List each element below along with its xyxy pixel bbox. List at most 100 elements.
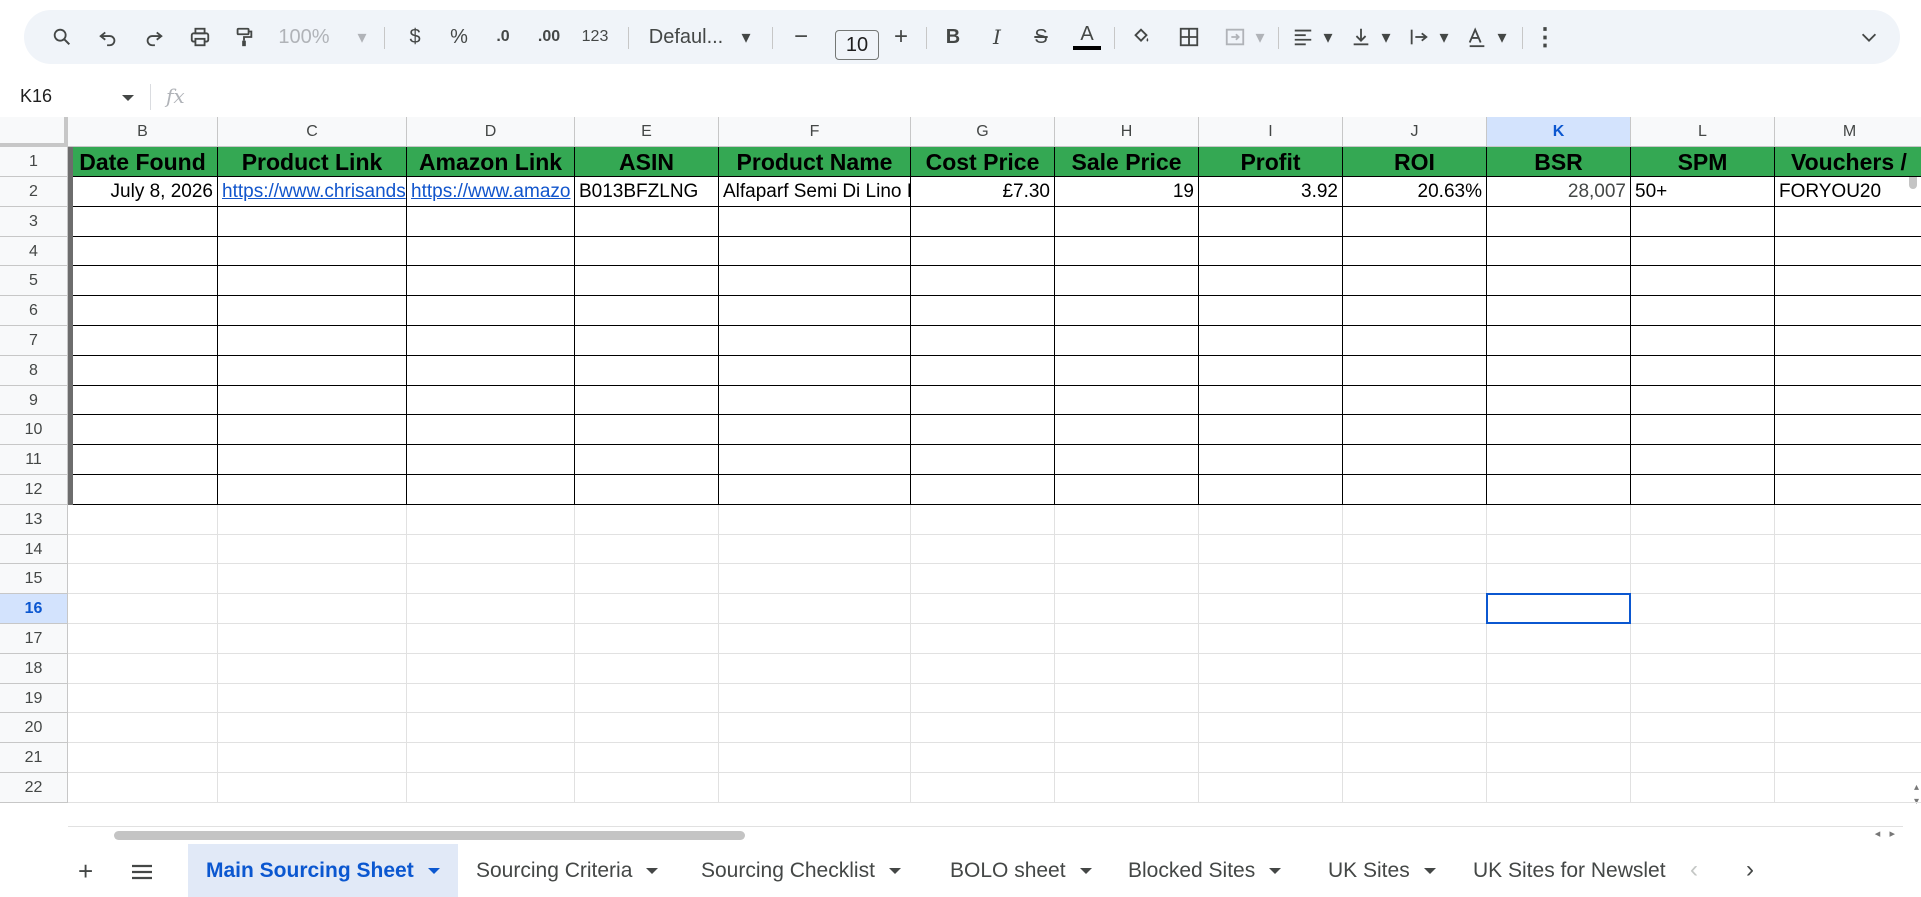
sheet-tab[interactable]: Sourcing Checklist: [683, 844, 932, 897]
grid-cell[interactable]: [1055, 594, 1199, 624]
grid-cell[interactable]: [1199, 773, 1343, 803]
name-box[interactable]: K16: [20, 86, 52, 107]
grid-cell[interactable]: [719, 624, 911, 654]
header-cell[interactable]: Amazon Link: [407, 147, 575, 177]
grid-cell[interactable]: [1343, 683, 1487, 714]
grid-cell[interactable]: [218, 504, 407, 535]
empty-cell[interactable]: [218, 236, 407, 267]
collapse-toolbar-chevron-icon[interactable]: [1854, 22, 1884, 52]
empty-cell[interactable]: [1199, 475, 1343, 505]
grid-cell[interactable]: [911, 653, 1055, 684]
empty-cell[interactable]: [68, 236, 218, 267]
grid-cell[interactable]: [1775, 505, 1921, 535]
grid-cell[interactable]: [1055, 564, 1199, 595]
header-cell[interactable]: Vouchers /: [1775, 147, 1921, 177]
grid-cell[interactable]: [1631, 534, 1775, 565]
empty-cell[interactable]: [1775, 296, 1921, 326]
grid-cell[interactable]: [1631, 564, 1775, 595]
empty-cell[interactable]: [1631, 415, 1775, 446]
decrease-font-size-button[interactable]: −: [786, 22, 816, 52]
undo-icon[interactable]: [92, 22, 124, 52]
empty-cell[interactable]: [1055, 385, 1199, 416]
empty-cell[interactable]: [218, 445, 407, 475]
empty-cell[interactable]: [407, 206, 575, 237]
search-menus-icon[interactable]: [46, 22, 78, 52]
empty-cell[interactable]: [575, 355, 719, 386]
column-header-b[interactable]: B: [68, 117, 218, 147]
grid-cell[interactable]: [1487, 624, 1631, 654]
empty-cell[interactable]: [1775, 237, 1921, 267]
name-box-caret-icon[interactable]: [122, 95, 134, 101]
strikethrough-button[interactable]: S: [1026, 22, 1056, 52]
sheet-tab[interactable]: BOLO sheet: [932, 844, 1110, 897]
grid-cell[interactable]: [911, 564, 1055, 595]
grid-cell[interactable]: [68, 743, 218, 773]
empty-cell[interactable]: [719, 385, 911, 416]
empty-cell[interactable]: [911, 415, 1055, 446]
empty-cell[interactable]: [1631, 385, 1775, 416]
column-header-f[interactable]: F: [719, 117, 911, 147]
empty-cell[interactable]: [1631, 266, 1775, 297]
empty-cell[interactable]: [1343, 445, 1487, 475]
row-header-14[interactable]: 14: [0, 534, 68, 565]
empty-cell[interactable]: [575, 206, 719, 237]
empty-cell[interactable]: [911, 445, 1055, 475]
empty-cell[interactable]: [1055, 415, 1199, 446]
grid-cell[interactable]: [407, 683, 575, 714]
grid-cell[interactable]: [1775, 713, 1921, 744]
grid-cell[interactable]: [1487, 534, 1631, 565]
row-header-17[interactable]: 17: [0, 624, 68, 654]
empty-cell[interactable]: [68, 445, 218, 475]
empty-cell[interactable]: [1631, 355, 1775, 386]
grid-cell[interactable]: [1055, 534, 1199, 565]
grid-cell[interactable]: [407, 534, 575, 565]
row-header-3[interactable]: 3: [0, 206, 68, 237]
header-cell[interactable]: ROI: [1343, 147, 1487, 177]
grid-cell[interactable]: [1631, 653, 1775, 684]
row-header-4[interactable]: 4: [0, 236, 68, 267]
empty-cell[interactable]: [1487, 236, 1631, 267]
grid-cell[interactable]: [719, 743, 911, 773]
empty-cell[interactable]: [1631, 326, 1775, 356]
vertical-align-icon[interactable]: [1346, 22, 1376, 52]
grid-cell[interactable]: [1199, 624, 1343, 654]
empty-cell[interactable]: [1199, 266, 1343, 297]
empty-cell[interactable]: [575, 475, 719, 505]
empty-cell[interactable]: [575, 415, 719, 446]
increase-decimal-button[interactable]: .00: [529, 22, 569, 52]
header-cell[interactable]: BSR: [1487, 147, 1631, 177]
grid-cell[interactable]: [1631, 773, 1775, 803]
decrease-decimal-button[interactable]: .0: [486, 22, 520, 52]
grid-cell[interactable]: [1199, 534, 1343, 565]
grid-cell[interactable]: [68, 564, 218, 595]
empty-cell[interactable]: [1487, 475, 1631, 505]
empty-cell[interactable]: [1487, 266, 1631, 297]
zoom-select[interactable]: 100%: [274, 22, 334, 52]
grid-cell[interactable]: [1343, 594, 1487, 624]
empty-cell[interactable]: [68, 326, 218, 356]
empty-cell[interactable]: [1055, 475, 1199, 505]
grid-cell[interactable]: [1055, 624, 1199, 654]
data-cell[interactable]: B013BFZLNG: [575, 177, 719, 207]
borders-icon[interactable]: [1174, 22, 1204, 52]
fill-color-icon[interactable]: [1124, 22, 1158, 52]
row-header-2[interactable]: 2: [0, 177, 68, 207]
empty-cell[interactable]: [218, 296, 407, 326]
grid-cell[interactable]: [218, 773, 407, 803]
merge-caret-icon[interactable]: ▾: [1252, 22, 1268, 52]
empty-cell[interactable]: [1199, 355, 1343, 386]
grid-cell[interactable]: [1775, 624, 1921, 654]
empty-cell[interactable]: [407, 296, 575, 326]
grid-cell[interactable]: [719, 594, 911, 624]
header-cell[interactable]: Cost Price: [911, 147, 1055, 177]
zoom-caret-icon[interactable]: ▾: [354, 22, 370, 52]
grid-cell[interactable]: [719, 713, 911, 744]
empty-cell[interactable]: [1199, 236, 1343, 267]
grid-cell[interactable]: [218, 743, 407, 773]
row-header-10[interactable]: 10: [0, 415, 68, 446]
empty-cell[interactable]: [575, 266, 719, 297]
empty-cell[interactable]: [1631, 236, 1775, 267]
row-header-16[interactable]: 16: [0, 594, 68, 624]
grid-cell[interactable]: [719, 683, 911, 714]
empty-cell[interactable]: [1775, 415, 1921, 446]
